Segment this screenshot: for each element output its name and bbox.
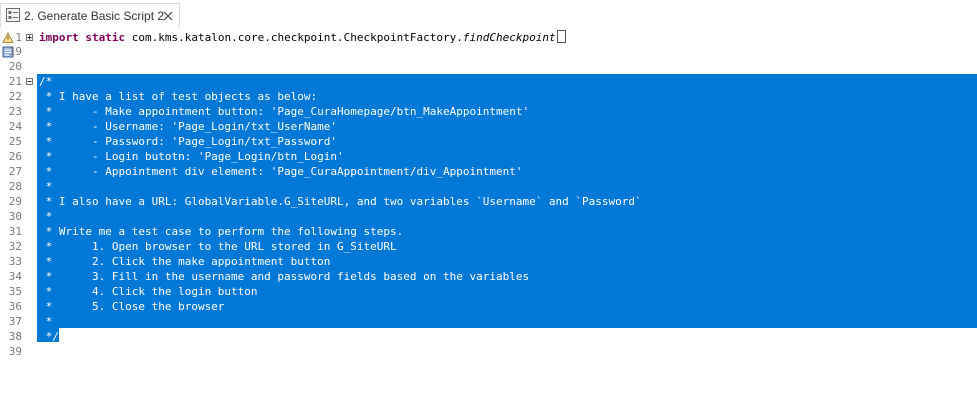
line-number: 36: [8, 300, 22, 313]
line-number: 25: [8, 135, 22, 148]
tab-label: 2. Generate Basic Script 2: [24, 9, 165, 23]
tab-generate-basic-script-2[interactable]: 2. Generate Basic Script 2: [0, 3, 180, 27]
line-number: 19: [8, 45, 22, 58]
comment-line[interactable]: *: [39, 209, 53, 224]
comment-line[interactable]: * 4. Click the login button: [39, 284, 258, 299]
line-number: 27: [8, 165, 22, 178]
expand-fold-icon[interactable]: [26, 34, 33, 41]
line-number: 34: [8, 270, 22, 283]
gutter-line: 38: [0, 329, 35, 344]
close-icon[interactable]: [162, 10, 174, 22]
gutter-line: 37: [0, 314, 35, 329]
gutter-line: 19: [0, 44, 35, 59]
comment-line[interactable]: *: [39, 179, 53, 194]
gutter-line: 24: [0, 119, 35, 134]
comment-line[interactable]: * - Make appointment button: 'Page_CuraH…: [39, 104, 529, 119]
gutter-line: 21: [0, 74, 35, 89]
line-number-gutter: 1 19 20 21 22 23 24 25 26 27 28 29 30 31…: [0, 30, 35, 420]
gutter-line: 28: [0, 179, 35, 194]
comment-line[interactable]: * I have a list of test objects as below…: [39, 89, 318, 104]
line-number: 29: [8, 195, 22, 208]
comment-line[interactable]: * - Username: 'Page_Login/txt_UserName': [39, 119, 337, 134]
line-number: 37: [8, 315, 22, 328]
line-number: 1: [15, 31, 22, 44]
gutter-line: 26: [0, 149, 35, 164]
comment-line[interactable]: *: [39, 314, 53, 329]
comment-line[interactable]: /*: [39, 74, 52, 89]
line-number: 28: [8, 180, 22, 193]
line-number: 33: [8, 255, 22, 268]
keyword-static: static: [85, 31, 126, 44]
collapse-fold-icon[interactable]: [26, 78, 33, 85]
import-package: com.kms.katalon.core.checkpoint.Checkpoi…: [131, 31, 463, 44]
comment-line[interactable]: * - Login butotn: 'Page_Login/btn_Login': [39, 149, 344, 164]
keyword-import: import: [39, 31, 79, 44]
gutter-line: 33: [0, 254, 35, 269]
line-number: 22: [8, 90, 22, 103]
comment-line[interactable]: * 5. Close the browser: [39, 299, 225, 314]
gutter-line: 27: [0, 164, 35, 179]
line-number: 35: [8, 285, 22, 298]
line-number: 31: [8, 225, 22, 238]
code-text-area[interactable]: import static com.kms.katalon.core.check…: [37, 30, 977, 420]
line-number: 20: [8, 60, 22, 73]
code-editor[interactable]: 1 19 20 21 22 23 24 25 26 27 28 29 30 31…: [0, 30, 977, 420]
script-file-icon: [6, 8, 20, 22]
gutter-line: 32: [0, 239, 35, 254]
line-number: 21: [8, 75, 22, 88]
line-number: 39: [8, 345, 22, 358]
line-number: 32: [8, 240, 22, 253]
gutter-line: 34: [0, 269, 35, 284]
comment-line[interactable]: * - Password: 'Page_Login/txt_Password': [39, 134, 337, 149]
gutter-line: 20: [0, 59, 35, 74]
gutter-line: 39: [0, 344, 35, 359]
gutter-line: 23: [0, 104, 35, 119]
line-number: 23: [8, 105, 22, 118]
gutter-line: 1: [0, 30, 35, 45]
gutter-line: 25: [0, 134, 35, 149]
gutter-line: 36: [0, 299, 35, 314]
comment-line[interactable]: * 3. Fill in the username and password f…: [39, 269, 529, 284]
comment-line[interactable]: * - Appointment div element: 'Page_CuraA…: [39, 164, 523, 179]
folded-code-indicator[interactable]: [556, 30, 566, 43]
comment-line[interactable]: * I also have a URL: GlobalVariable.G_Si…: [39, 194, 642, 209]
gutter-line: 35: [0, 284, 35, 299]
import-method: findCheckpoint: [462, 31, 556, 44]
line-number: 30: [8, 210, 22, 223]
warning-icon[interactable]: [2, 32, 14, 44]
line-number: 26: [8, 150, 22, 163]
gutter-line: 31: [0, 224, 35, 239]
gutter-line: 29: [0, 194, 35, 209]
line-number: 24: [8, 120, 22, 133]
comment-line[interactable]: * 1. Open browser to the URL stored in G…: [39, 239, 397, 254]
comment-line[interactable]: * Write me a test case to perform the fo…: [39, 224, 404, 239]
gutter-line: 30: [0, 209, 35, 224]
line-number: 38: [8, 330, 22, 343]
gutter-line: 22: [0, 89, 35, 104]
comment-line[interactable]: * 2. Click the make appointment button: [39, 254, 331, 269]
comment-line[interactable]: */: [39, 329, 59, 344]
editor-tab-bar: 2. Generate Basic Script 2: [0, 0, 977, 30]
import-line[interactable]: import static com.kms.katalon.core.check…: [39, 30, 566, 45]
